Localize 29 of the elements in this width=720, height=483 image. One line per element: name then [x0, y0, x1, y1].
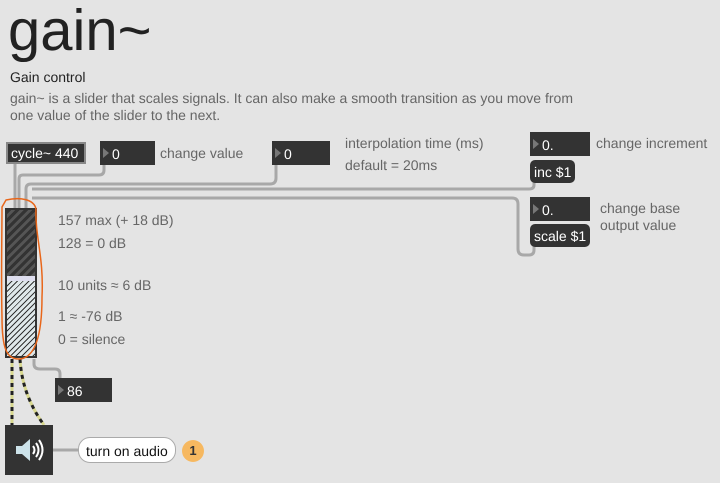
signal-cord — [10, 359, 14, 425]
comment-text: 157 max (+ 18 dB) — [58, 212, 174, 229]
comment-text: change increment — [596, 135, 708, 152]
subtitle: Gain control — [10, 68, 86, 87]
description: gain~ is a slider that scales signals. It can also make a smooth transition as you move from one value of the slider to the next. — [10, 90, 574, 124]
gain-slider[interactable] — [5, 208, 37, 358]
number-box[interactable]: 0 — [272, 141, 330, 165]
message-box[interactable]: scale $1 — [530, 224, 590, 247]
number-box[interactable]: 0 — [100, 141, 155, 165]
comment-text: default = 20ms — [345, 157, 438, 174]
object-box[interactable]: cycle~ 440 — [6, 142, 86, 164]
message-box[interactable]: inc $1 — [530, 160, 576, 183]
comment-text: change base output value — [600, 200, 682, 234]
number-box[interactable]: 0. — [530, 132, 590, 156]
comment-text: 0 = silence — [58, 331, 126, 348]
comment-text: 1 ≈ -76 dB — [58, 308, 122, 325]
step-badge: 1 — [182, 440, 204, 462]
patch-cord — [32, 359, 62, 378]
patch-title: gain~ — [8, 0, 152, 65]
patch-cord — [53, 448, 78, 452]
audio-toggle[interactable] — [5, 425, 53, 475]
hint-bubble: turn on audio — [78, 437, 176, 463]
number-box[interactable]: 0. — [530, 197, 590, 221]
signal-cord — [18, 358, 46, 426]
comment-text: 128 = 0 dB — [58, 235, 126, 252]
comment-text: interpolation time (ms) — [345, 135, 484, 152]
number-box[interactable]: 86 — [55, 378, 112, 402]
comment-text: 10 units ≈ 6 dB — [58, 277, 152, 294]
comment-text: change value — [160, 145, 244, 162]
